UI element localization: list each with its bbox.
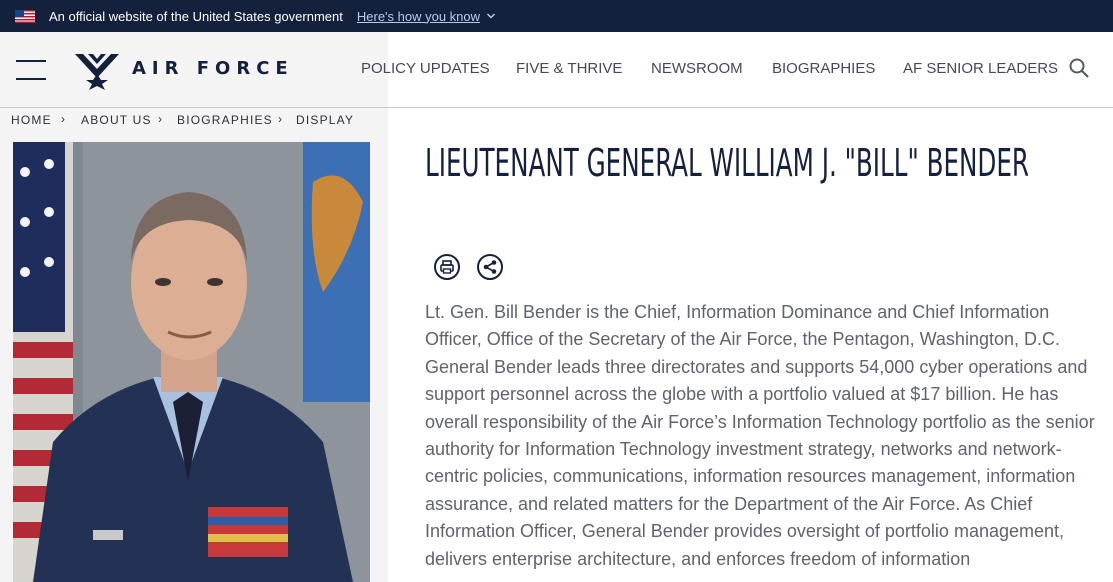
breadcrumb-separator-icon: › bbox=[61, 112, 67, 126]
nav-policy-updates[interactable]: POLICY UPDATES bbox=[361, 60, 490, 77]
air-force-logo-icon[interactable] bbox=[74, 50, 120, 90]
official-site-text: An official website of the United States… bbox=[49, 8, 343, 24]
photo-panel bbox=[0, 132, 388, 582]
breadcrumb-display: DISPLAY bbox=[296, 113, 355, 127]
print-icon bbox=[440, 260, 454, 274]
site-header: AIR FORCE POLICY UPDATES FIVE & THRIVE N… bbox=[0, 32, 1113, 108]
biography-title: LIEUTENANT GENERAL WILLIAM J. "BILL" BEN… bbox=[425, 141, 1030, 185]
breadcrumb-biographies[interactable]: BIOGRAPHIES bbox=[177, 113, 273, 127]
hamburger-menu-icon[interactable] bbox=[16, 58, 46, 80]
official-portrait-image bbox=[13, 142, 370, 582]
gov-banner: An official website of the United States… bbox=[0, 0, 1113, 32]
breadcrumb-home[interactable]: HOME bbox=[11, 113, 52, 127]
how-you-know-link[interactable]: Here's how you know bbox=[357, 9, 480, 24]
us-flag-icon bbox=[15, 9, 35, 23]
breadcrumb-about-us[interactable]: ABOUT US bbox=[81, 113, 152, 127]
breadcrumb-separator-icon: › bbox=[158, 112, 164, 126]
print-button[interactable] bbox=[434, 254, 460, 280]
nav-five-thrive[interactable]: FIVE & THRIVE bbox=[516, 60, 622, 77]
share-button[interactable] bbox=[477, 254, 503, 280]
breadcrumb-separator-icon: › bbox=[278, 112, 284, 126]
breadcrumb: HOME › ABOUT US › BIOGRAPHIES › DISPLAY bbox=[0, 108, 388, 132]
search-icon[interactable] bbox=[1068, 57, 1090, 79]
biography-body: Lt. Gen. Bill Bender is the Chief, Infor… bbox=[425, 302, 1095, 569]
nav-af-senior-leaders[interactable]: AF SENIOR LEADERS bbox=[903, 60, 1058, 77]
share-icon bbox=[483, 260, 497, 274]
nav-biographies[interactable]: BIOGRAPHIES bbox=[772, 60, 875, 77]
air-force-wordmark[interactable]: AIR FORCE bbox=[132, 58, 294, 79]
nav-newsroom[interactable]: NEWSROOM bbox=[651, 60, 743, 77]
header-brand-panel: AIR FORCE bbox=[0, 32, 388, 107]
chevron-down-icon[interactable] bbox=[486, 11, 496, 21]
